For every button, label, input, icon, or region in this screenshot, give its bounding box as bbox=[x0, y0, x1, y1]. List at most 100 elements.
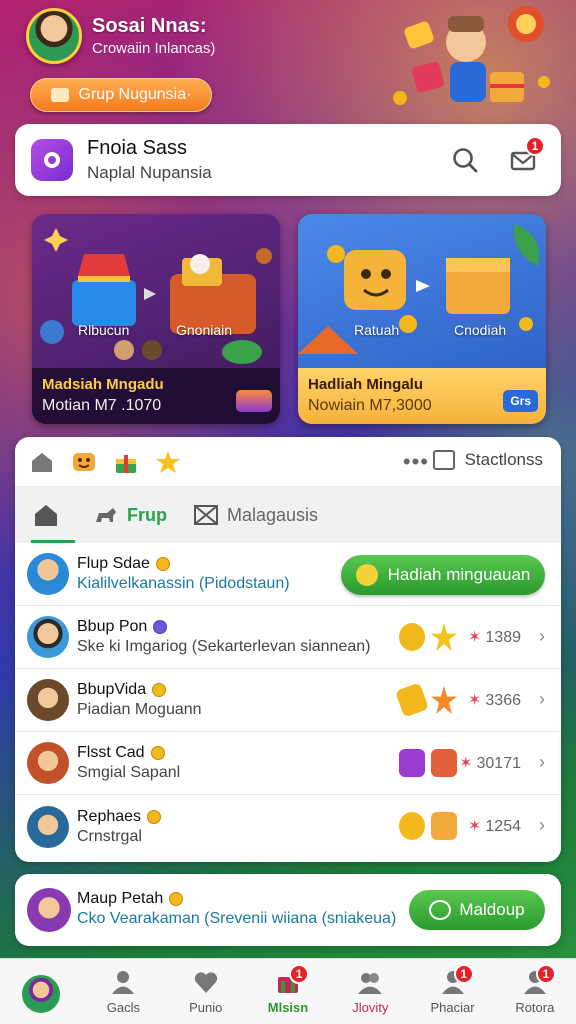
weekly-reward-label: Hadiah minguauan bbox=[387, 565, 531, 584]
frame-icon bbox=[194, 505, 218, 525]
tab-malagausis[interactable]: Malagausis bbox=[193, 504, 318, 526]
group-icon bbox=[50, 88, 69, 102]
chat-icon bbox=[432, 450, 455, 470]
coin-icon bbox=[169, 892, 184, 906]
nav-label: Gacls bbox=[106, 1000, 141, 1015]
list-item[interactable]: Flsst Cad Smgial Sapanl ✶ 30171 › bbox=[15, 732, 561, 795]
tab-bar: Frup Malagausis bbox=[15, 487, 561, 543]
chevron-right-icon[interactable]: › bbox=[539, 689, 545, 710]
mail-button[interactable]: 1 bbox=[509, 136, 545, 174]
mascot-illustration bbox=[393, 6, 550, 105]
group-icon bbox=[358, 973, 383, 994]
star-icon bbox=[431, 623, 457, 651]
nav-label: Punio bbox=[189, 1000, 223, 1015]
row-subtitle: Smgial Sapanl bbox=[77, 764, 181, 781]
list-item[interactable]: Rephaes Crnstrgal ✶ 1254 › bbox=[15, 795, 561, 858]
profile-name: Sosai Nnas: bbox=[92, 15, 207, 37]
coin-icon bbox=[399, 812, 425, 840]
coin-icon bbox=[150, 746, 165, 760]
promo-action-button[interactable]: Grs bbox=[503, 390, 538, 412]
row-name: Rephaes bbox=[77, 807, 142, 825]
row-name: Flsst Cad bbox=[77, 744, 145, 761]
row-count: ✶ 30171 bbox=[459, 755, 521, 772]
promo-card-right[interactable]: Ratuah Cnodiah Hadliah Mingalu Nowiain M… bbox=[298, 214, 546, 424]
user-avatar-icon bbox=[22, 975, 61, 1013]
coin-icon bbox=[152, 683, 167, 697]
message-icon bbox=[429, 900, 452, 920]
promo-illustration-left bbox=[40, 228, 272, 364]
tab-label: Frup bbox=[127, 504, 167, 525]
nav-phaciar[interactable]: Phaciar 1 bbox=[411, 959, 493, 1024]
search-icon[interactable] bbox=[451, 146, 479, 174]
profile-header[interactable]: Sosai Nnas: Crowaiin Inlancas) bbox=[26, 8, 215, 64]
gift-icon bbox=[431, 749, 457, 777]
star-icon[interactable] bbox=[155, 449, 181, 475]
row-subtitle: Ske ki Imgariog (Sekarterlevan siannean) bbox=[77, 638, 371, 655]
app-search-card: Fnoia Sass Naplal Nupansia 1 bbox=[15, 124, 561, 196]
nav-badge: 1 bbox=[289, 964, 310, 984]
nav-gacls[interactable]: Gacls bbox=[82, 959, 164, 1024]
avatar bbox=[27, 742, 69, 784]
coin-icon bbox=[147, 809, 162, 824]
list-item[interactable]: Flup Sdae Kialilvelkanassin (Pidodstaun)… bbox=[15, 543, 561, 606]
nav-mlsisn[interactable]: Mlsisn 1 bbox=[247, 959, 329, 1024]
tab-frup[interactable]: Frup bbox=[93, 504, 167, 526]
avatar bbox=[27, 679, 69, 721]
nav-profile[interactable] bbox=[0, 959, 82, 1024]
nav-rotora[interactable]: Rotora 1 bbox=[494, 959, 576, 1024]
weekly-reward-button[interactable]: Hadiah minguauan bbox=[341, 555, 545, 595]
list-item[interactable]: BbupVida Piadian Moguann ✶ 3366 › bbox=[15, 669, 561, 732]
more-options-icon[interactable]: ••• bbox=[403, 449, 429, 475]
row-count: ✶ 1254 bbox=[468, 818, 521, 835]
coin-icon bbox=[155, 557, 170, 571]
row-name: BbupVida bbox=[77, 681, 147, 698]
nav-jlovity[interactable]: Jlovity bbox=[329, 959, 411, 1024]
chevron-right-icon[interactable]: › bbox=[539, 815, 545, 836]
sections-button[interactable]: Stactlonss bbox=[432, 450, 543, 470]
promo-illustration-right bbox=[298, 224, 539, 354]
gift-icon bbox=[399, 749, 425, 777]
row-subtitle: Crnstrgal bbox=[77, 827, 142, 845]
person-icon bbox=[112, 971, 135, 994]
emoji-icon[interactable] bbox=[71, 449, 97, 475]
main-panel: ••• Stactlonss Frup Malagausis Flup Sdae… bbox=[15, 437, 561, 862]
chevron-right-icon[interactable]: › bbox=[539, 626, 545, 647]
avatar bbox=[27, 888, 71, 932]
nav-badge: 1 bbox=[535, 964, 556, 984]
featured-user-card[interactable]: Maup Petah Cko Vearakaman (Srevenii wiia… bbox=[15, 874, 561, 946]
gift-icon[interactable] bbox=[113, 449, 139, 475]
app-subtitle: Naplal Nupansia bbox=[87, 163, 212, 182]
promo-card-left[interactable]: Rlbucun Gnoniain Madsiah Mngadu Motian M… bbox=[32, 214, 280, 424]
toolbar: ••• Stactlonss bbox=[15, 437, 561, 487]
group-button[interactable]: Grup Nugunsia· bbox=[30, 78, 212, 112]
chevron-right-icon[interactable]: › bbox=[539, 752, 545, 773]
app-title: Fnoia Sass bbox=[87, 137, 188, 159]
home-shortcut-icon[interactable] bbox=[29, 449, 55, 475]
list-item[interactable]: Bbup Pon Ske ki Imgariog (Sekarterlevan … bbox=[15, 606, 561, 669]
maldoup-label: Maldoup bbox=[459, 900, 525, 919]
chest-icon bbox=[431, 812, 457, 840]
star-icon bbox=[431, 686, 457, 714]
row-name: Bbup Pon bbox=[77, 618, 148, 635]
promo-title: Hadliah Mingalu bbox=[308, 376, 424, 393]
reward-icon bbox=[355, 564, 378, 586]
nav-label: Mlsisn bbox=[267, 1000, 309, 1015]
promo-caption-right-b: Cnodiah bbox=[454, 322, 507, 338]
row-subtitle: Kialilvelkanassin (Pidodstaun) bbox=[77, 575, 290, 592]
promo-action-button[interactable] bbox=[236, 390, 272, 412]
app-logo[interactable] bbox=[31, 139, 73, 181]
avatar bbox=[27, 553, 69, 595]
nav-label: Phaciar bbox=[430, 1000, 475, 1015]
nav-punio[interactable]: Punio bbox=[165, 959, 247, 1024]
nav-badge: 1 bbox=[453, 964, 474, 984]
profile-avatar[interactable] bbox=[26, 8, 82, 64]
nav-label: Rotora bbox=[515, 1000, 555, 1015]
row-name: Maup Petah bbox=[77, 890, 164, 907]
maldoup-button[interactable]: Maldoup bbox=[409, 890, 545, 930]
promo-amount: Nowiain M7,3000 bbox=[308, 397, 432, 414]
avatar bbox=[27, 616, 69, 658]
tab-home-icon[interactable] bbox=[31, 502, 61, 528]
badge-icon bbox=[153, 620, 168, 634]
dog-icon bbox=[96, 508, 116, 522]
avatar bbox=[27, 805, 69, 848]
